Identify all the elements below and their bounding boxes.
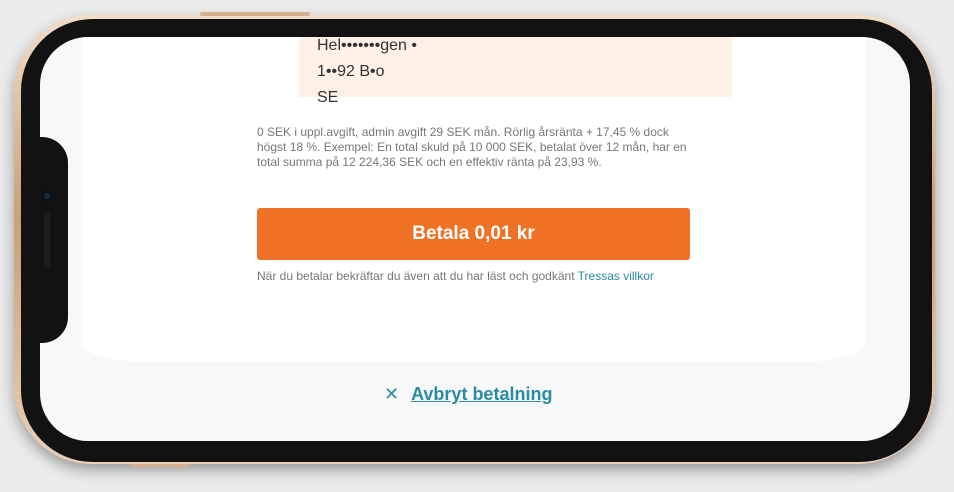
- checkout-card: Hel•••••••gen • 1••92 B•o SE: [82, 37, 866, 362]
- power-button: [130, 464, 190, 467]
- terms-link[interactable]: Tressas villkor: [578, 269, 654, 283]
- credit-disclaimer: 0 SEK i uppl.avgift, admin avgift 29 SEK…: [257, 125, 687, 169]
- cancel-payment-link[interactable]: ✕ Avbryt betalning: [384, 384, 552, 405]
- address-street: Hel•••••••gen •: [317, 37, 417, 54]
- address-country: SE: [317, 89, 339, 106]
- terms-text: När du betalar bekräftar du även att du …: [257, 269, 697, 283]
- pay-button[interactable]: Betala 0,01 kr: [257, 208, 690, 260]
- cancel-payment-label[interactable]: Avbryt betalning: [411, 384, 552, 405]
- terms-prefix: När du betalar bekräftar du även att du …: [257, 269, 575, 283]
- camera-icon: [41, 190, 53, 202]
- address-box: Hel•••••••gen • 1••92 B•o SE: [299, 37, 732, 106]
- address-postal: 1••92 B•o: [317, 63, 385, 80]
- pay-button-label: Betala 0,01 kr: [412, 223, 535, 244]
- phone-screen: Hel•••••••gen • 1••92 B•o SE 0 SEK i upp…: [40, 37, 910, 441]
- speaker-grille: [44, 212, 50, 268]
- volume-button: [200, 12, 310, 16]
- close-icon[interactable]: ✕: [384, 384, 399, 405]
